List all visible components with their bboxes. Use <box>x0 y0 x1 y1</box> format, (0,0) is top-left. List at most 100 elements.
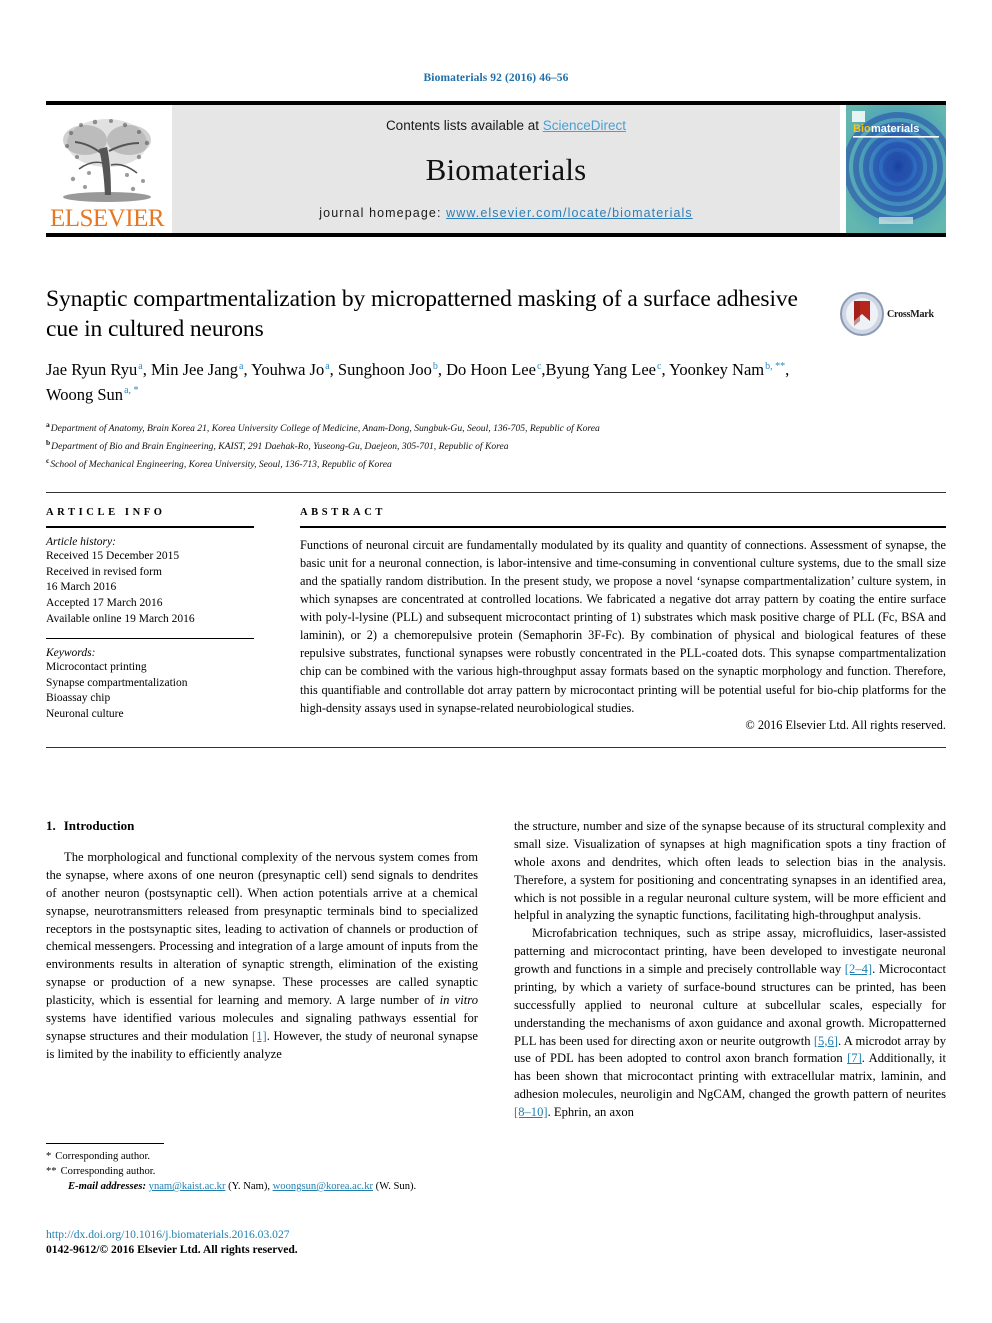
citation-link-5[interactable]: [8–10] <box>514 1105 548 1119</box>
author-name: Do Hoon Lee <box>446 360 536 380</box>
svg-text:materials: materials <box>871 123 919 135</box>
email-label: E-mail addresses: <box>68 1181 146 1193</box>
crossmark-icon <box>840 292 884 336</box>
elsevier-tree-icon <box>63 119 151 202</box>
contents-line: Contents lists available at ScienceDirec… <box>386 118 626 133</box>
info-abstract-panel: ARTICLE INFO Article history: Received 1… <box>46 492 946 748</box>
intro-paragraph-right-1: the structure, number and size of the sy… <box>514 819 946 923</box>
abstract-heading: ABSTRACT <box>300 507 386 518</box>
article-history-label: Article history: <box>46 536 116 548</box>
keyword-item: Microcontact printing <box>46 661 147 674</box>
abstract-column: ABSTRACT Functions of neuronal circuit a… <box>300 507 946 733</box>
citation-link-2[interactable]: [2–4] <box>845 962 872 976</box>
email-name-2: (W. Sun). <box>373 1181 417 1193</box>
author-name: Sunghoon Joo <box>337 360 432 380</box>
abstract-text: Functions of neuronal circuit are fundam… <box>300 538 946 715</box>
author-affiliation-marker: b, ** <box>765 360 786 372</box>
section-number: 1. <box>46 818 56 833</box>
affiliation-line: cSchool of Mechanical Engineering, Korea… <box>46 455 806 473</box>
intro-r2-e: . Ephrin, an axon <box>547 1105 634 1119</box>
author-affiliation-marker: a, * <box>124 385 139 397</box>
elsevier-wordmark: ELSEVIER <box>49 205 165 232</box>
section-title: Introduction <box>63 818 135 833</box>
homepage-line: journal homepage: www.elsevier.com/locat… <box>319 206 692 220</box>
journal-banner: Contents lists available at ScienceDirec… <box>172 105 840 233</box>
affiliation-line: aDepartment of Anatomy, Brain Korea 21, … <box>46 419 806 437</box>
page-title: Synaptic compartmentalization by micropa… <box>46 286 798 343</box>
panel-rule-bottom <box>46 746 946 748</box>
keyword-item: Synapse compartmentalization <box>46 676 188 689</box>
email-name-1: (Y. Nam), <box>225 1181 273 1193</box>
journal-cover-thumbnail: Bio materials <box>844 105 946 233</box>
affiliation-text: Department of Bio and Brain Engineering,… <box>51 440 509 452</box>
article-info-column: ARTICLE INFO Article history: Received 1… <box>46 507 254 733</box>
history-line: Received 15 December 2015 <box>46 550 180 562</box>
author-affiliation-marker: a <box>138 360 143 372</box>
author-name: Min Jee Jang <box>150 360 239 380</box>
abstract-divider <box>300 526 946 528</box>
footnote-emails: E-mail addresses: ynam@kaist.ac.kr (Y. N… <box>46 1179 478 1194</box>
author-name: Jae Ryun Ryu <box>46 360 138 380</box>
journal-masthead: ELSEVIER Contents lists available at Sci… <box>46 101 946 237</box>
footnote-rule <box>46 1143 164 1144</box>
footnote-corresponding-2: ** Corresponding author. <box>46 1164 478 1179</box>
footnote-block: * Corresponding author. ** Corresponding a… <box>46 1143 478 1194</box>
author-list: Jae Ryun Ryua, Min Jee Janga, Youhwa Joa… <box>46 360 790 404</box>
email-link-2[interactable]: woongsun@korea.ac.kr <box>273 1181 373 1192</box>
footnote-text: Corresponding author. <box>60 1166 156 1178</box>
body-column-right: the structure, number and size of the sy… <box>514 818 946 1122</box>
email-link-1[interactable]: ynam@kaist.ac.kr <box>149 1181 226 1192</box>
affiliation-text: Department of Anatomy, Brain Korea 21, K… <box>50 422 600 434</box>
author-name: Woong Sun <box>46 384 124 404</box>
keyword-item: Neuronal culture <box>46 708 124 720</box>
author-name: Byung Yang Lee <box>545 360 656 380</box>
history-line: Received in revised form <box>46 565 162 578</box>
crossmark-badge[interactable]: CrossMark <box>840 288 948 340</box>
affiliation-list: aDepartment of Anatomy, Brain Korea 21, … <box>46 419 806 473</box>
article-first-page: Biomaterials 92 (2016) 46–56 ELSEVIER Co… <box>0 0 992 1323</box>
svg-text:Bio: Bio <box>853 123 871 135</box>
citation-link-4[interactable]: [7] <box>847 1051 862 1065</box>
masthead-rule-bottom <box>46 233 946 237</box>
history-line: 16 March 2016 <box>46 581 117 594</box>
author-affiliation-marker: b <box>432 360 438 372</box>
history-line: Accepted 17 March 2016 <box>46 596 163 609</box>
title-block: Synaptic compartmentalization by micropa… <box>46 284 806 473</box>
running-head: Biomaterials 92 (2016) 46–56 <box>423 72 569 84</box>
issn-copyright-line: 0142-9612/© 2016 Elsevier Ltd. All right… <box>46 1243 298 1256</box>
keyword-item: Bioassay chip <box>46 692 111 705</box>
author-affiliation-marker: a <box>239 360 244 372</box>
citation-link-1[interactable]: [1] <box>252 1029 267 1043</box>
journal-homepage-link[interactable]: www.elsevier.com/locate/biomaterials <box>446 206 693 220</box>
body-column-left: 1. Introduction The morphological and fun… <box>46 818 478 1122</box>
article-history-lines: Received 15 December 2015 Received in re… <box>46 549 254 627</box>
author-name: Youhwa Jo <box>251 360 325 380</box>
crossmark-label: CrossMark <box>887 308 934 320</box>
keywords-divider <box>46 638 254 640</box>
author-affiliation-marker: a <box>325 360 330 372</box>
footnote-marker: ** <box>46 1166 57 1178</box>
affiliation-text: School of Mechanical Engineering, Korea … <box>50 458 392 470</box>
affiliation-line: bDepartment of Bio and Brain Engineering… <box>46 437 806 455</box>
abstract-copyright: © 2016 Elsevier Ltd. All rights reserved… <box>745 717 946 732</box>
body-columns: 1. Introduction The morphological and fun… <box>46 818 946 1122</box>
cover-image: Bio materials <box>846 105 946 233</box>
history-line: Available online 19 March 2016 <box>46 612 195 625</box>
elsevier-logo: ELSEVIER <box>46 105 168 233</box>
keyword-lines: Microcontact printing Synapse compartmen… <box>46 660 254 723</box>
footnote-marker: * <box>46 1151 52 1162</box>
doi-block: http://dx.doi.org/10.1016/j.biomaterials… <box>46 1228 506 1256</box>
article-info-divider <box>46 526 254 528</box>
author-name: Yoonkey Nam <box>669 360 765 380</box>
intro-paragraph-left: The morphological and functional complex… <box>46 849 478 1064</box>
author-affiliation-marker: c <box>657 360 662 372</box>
author-affiliation-marker: c <box>536 360 542 372</box>
intro-paragraph-right-2: Microfabrication techniques, such as str… <box>514 925 946 1122</box>
footnote-corresponding-1: * Corresponding author. <box>46 1149 478 1164</box>
doi-link[interactable]: http://dx.doi.org/10.1016/j.biomaterials… <box>46 1228 506 1241</box>
sciencedirect-link[interactable]: ScienceDirect <box>543 118 626 133</box>
citation-link-3[interactable]: [5,6] <box>814 1034 838 1048</box>
contents-prefix: Contents lists available at <box>385 118 543 133</box>
keywords-label: Keywords: <box>46 647 96 660</box>
intro-italic: in vitro <box>439 993 479 1007</box>
